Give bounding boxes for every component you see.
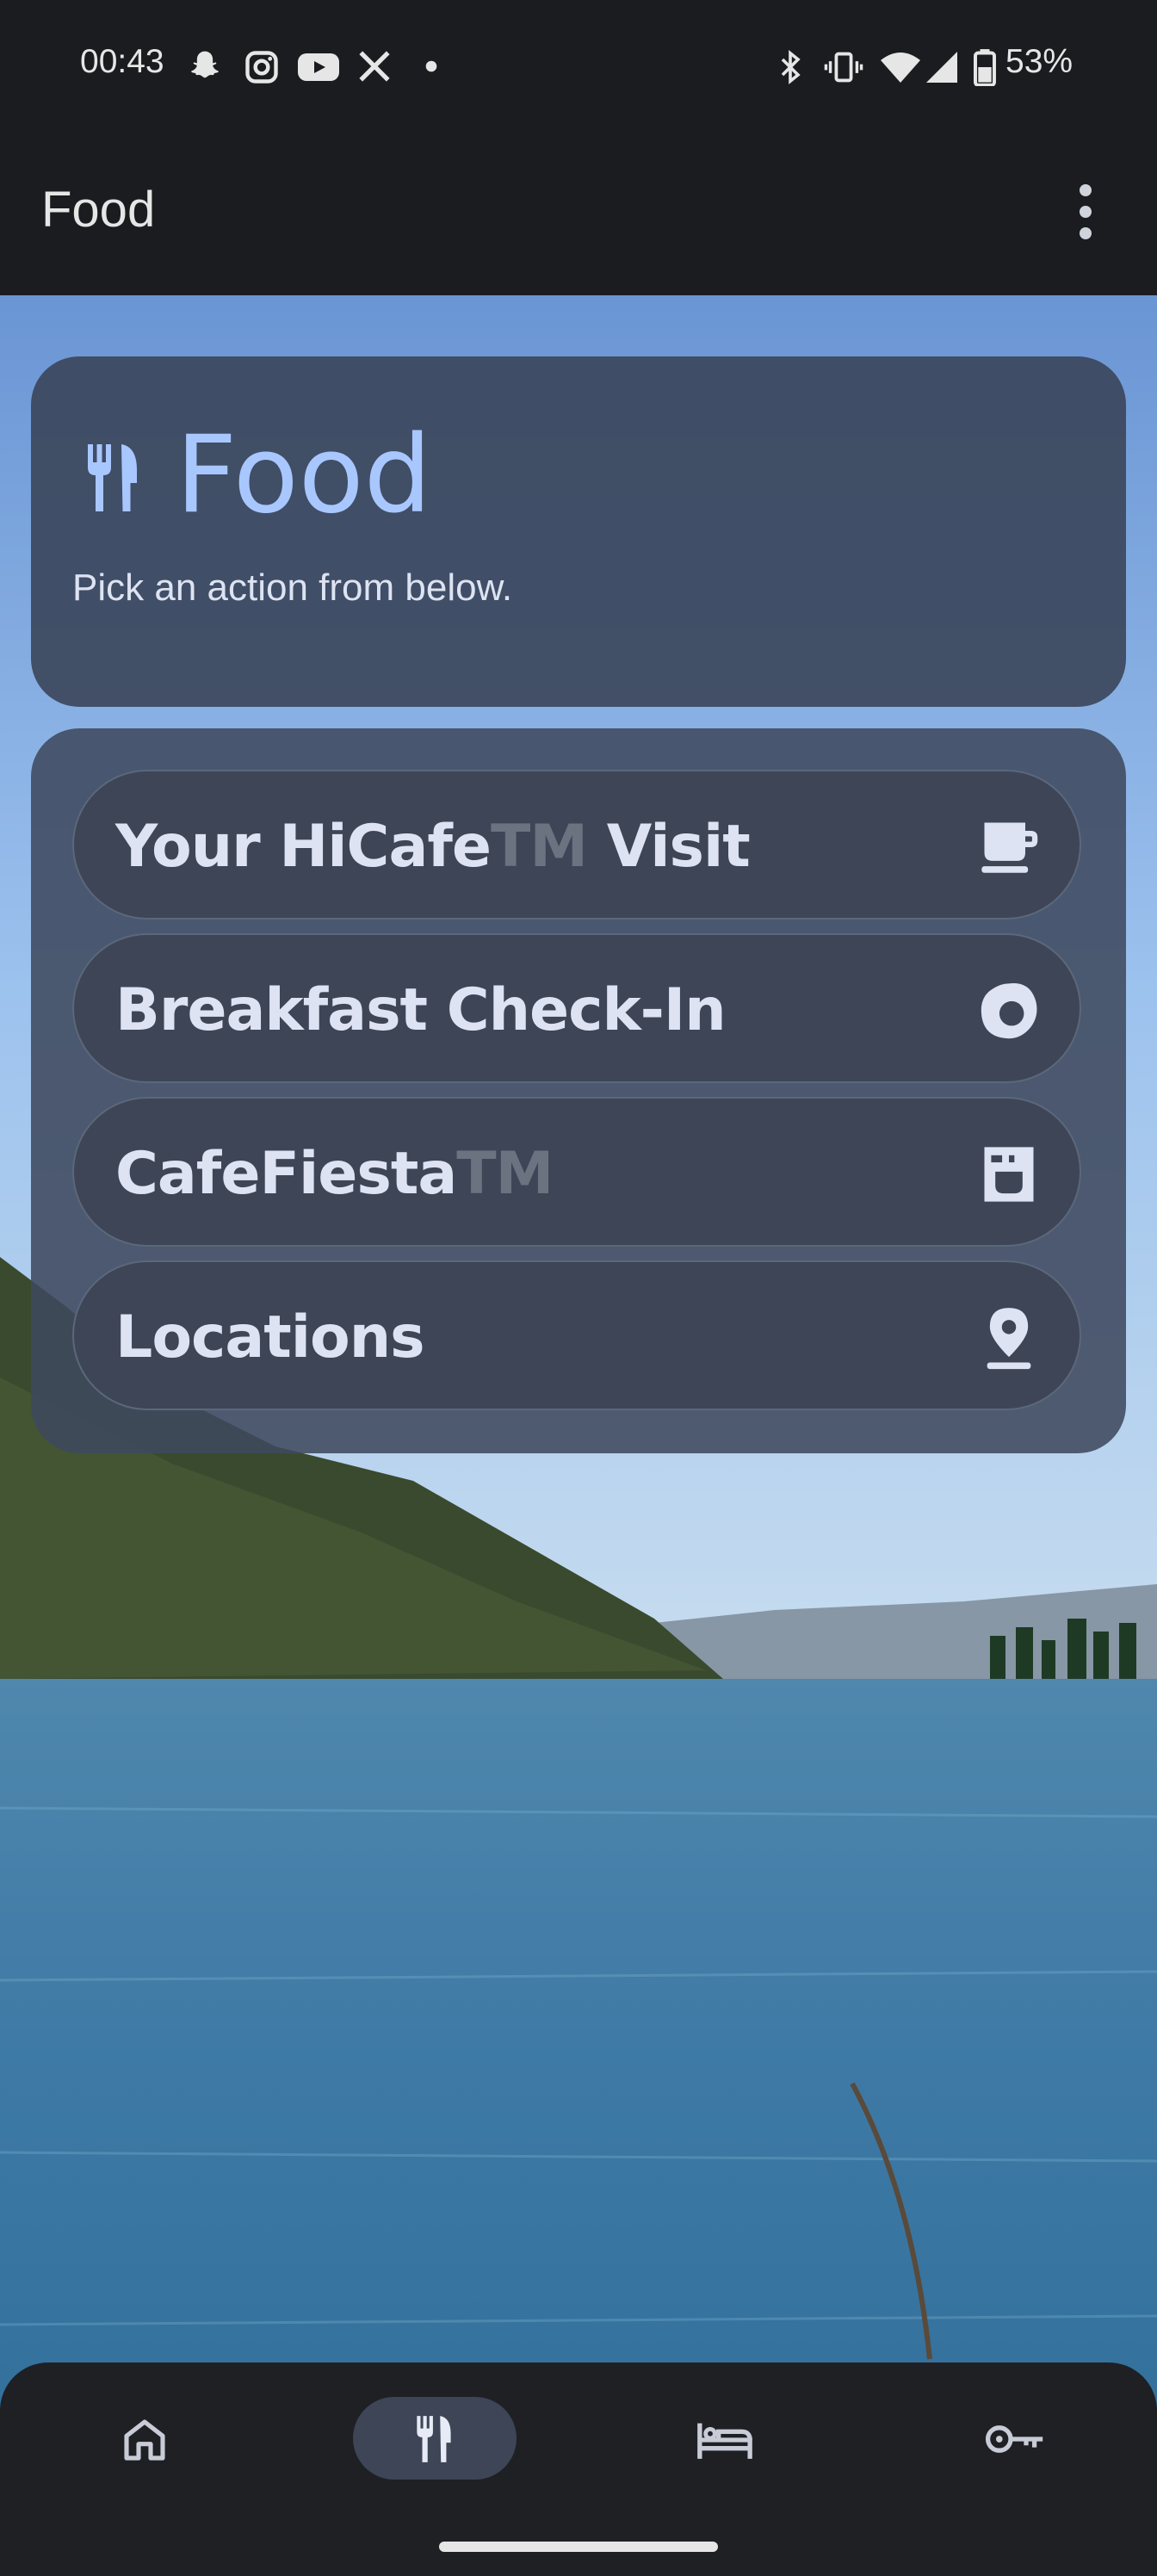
nav-key[interactable] (973, 2397, 1059, 2480)
action-label: Breakfast Check-In (115, 976, 727, 1044)
action-label: CafeFiestaTM (115, 1140, 554, 1208)
trademark-mark: TM (491, 813, 588, 881)
egg-icon (981, 982, 1037, 1039)
header-card: Food Pick an action from below. (31, 356, 1126, 707)
gesture-home-bar[interactable] (439, 2542, 718, 2552)
menu-dot (1080, 227, 1092, 239)
page-title: Food (176, 413, 432, 537)
coffee-cup-icon (981, 822, 1038, 873)
status-bar: 00:43 53% (0, 0, 1157, 131)
action-label: Your HiCafeTM Visit (115, 813, 751, 881)
locations-button[interactable]: Locations (72, 1260, 1081, 1410)
restaurant-icon (417, 2416, 451, 2462)
key-icon (985, 2425, 1043, 2453)
bluetooth-icon (781, 50, 801, 84)
app-bar-title: Food (41, 182, 156, 238)
location-pin-icon (987, 1308, 1031, 1370)
page-subtitle: Pick an action from below. (72, 567, 513, 609)
dot-icon (425, 60, 437, 72)
bed-icon (697, 2423, 752, 2459)
coffee-maker-icon (984, 1147, 1034, 1202)
breakfast-checkin-button[interactable]: Breakfast Check-In (72, 933, 1081, 1083)
app-bar (0, 131, 1157, 295)
trademark-mark: TM (456, 1140, 554, 1208)
snapchat-icon (191, 51, 219, 78)
cafefiesta-button[interactable]: CafeFiestaTM (72, 1097, 1081, 1247)
overflow-menu-button[interactable] (1062, 177, 1107, 246)
signal-icon (926, 52, 957, 83)
x-icon (359, 51, 390, 82)
youtube-icon (298, 53, 339, 81)
home-icon (124, 2419, 165, 2461)
menu-dot (1080, 184, 1092, 196)
hicafe-visit-button[interactable]: Your HiCafeTM Visit (72, 770, 1081, 920)
action-label: Locations (115, 1303, 425, 1372)
instagram-icon (245, 51, 278, 84)
vibrate-icon (824, 52, 863, 83)
nav-rooms[interactable] (680, 2397, 766, 2480)
status-time: 00:43 (80, 43, 164, 80)
menu-dot (1080, 206, 1092, 218)
nav-food[interactable] (353, 2397, 517, 2480)
battery-percent: 53% (1005, 43, 1073, 80)
nav-home[interactable] (102, 2397, 188, 2480)
restaurant-icon (88, 444, 137, 511)
actions-card: Your HiCafeTM Visit Breakfast Check-In C… (31, 728, 1126, 1453)
wifi-icon (881, 53, 920, 83)
battery-icon (974, 49, 996, 86)
